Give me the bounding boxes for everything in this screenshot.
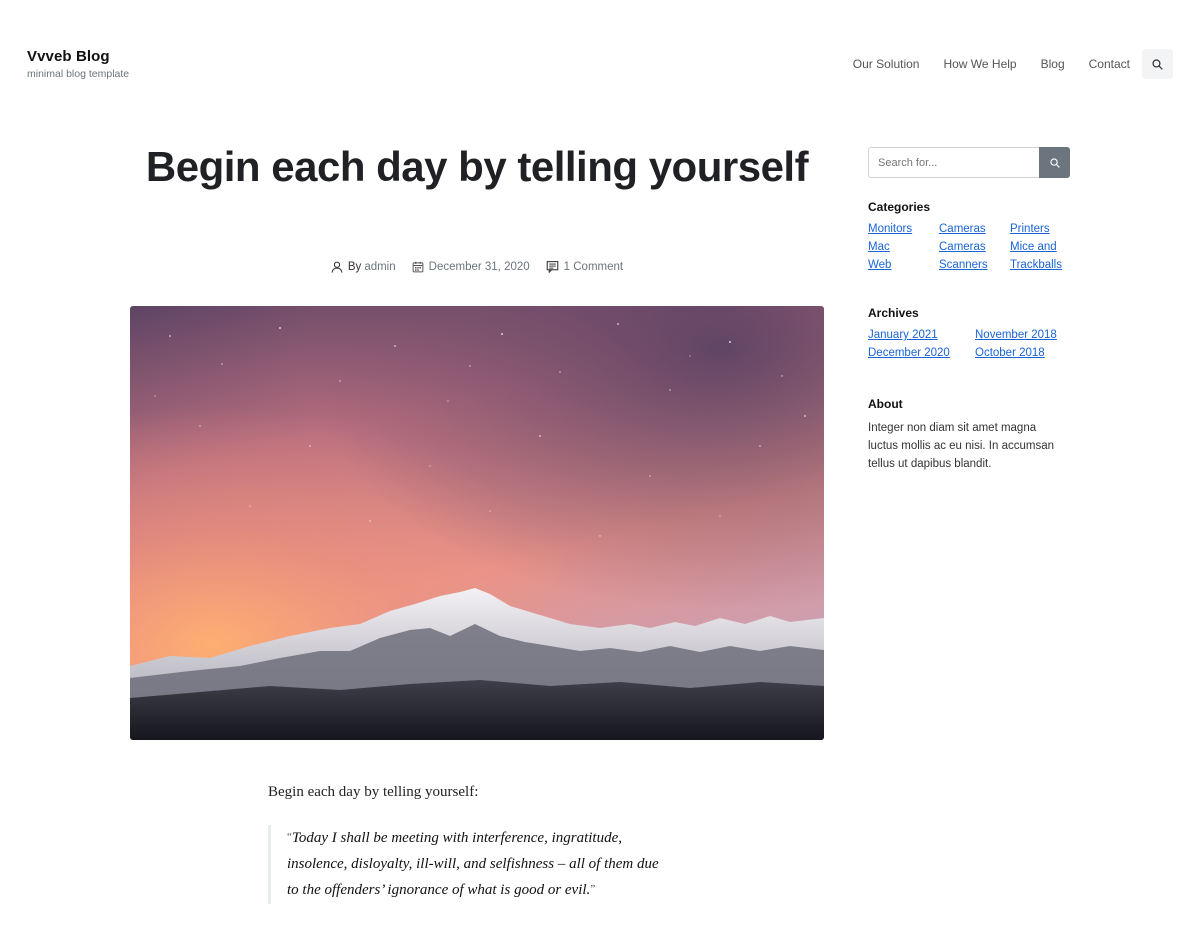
post-date-link[interactable]: December 31, 2020	[429, 261, 530, 273]
close-quote-icon: ”	[590, 883, 596, 895]
comments-link[interactable]: 1 Comment	[564, 261, 623, 273]
category-link[interactable]: Mice and	[1010, 240, 1071, 255]
meta-author: By admin	[331, 261, 396, 273]
category-link[interactable]: Printers	[1010, 222, 1071, 237]
calendar-icon	[412, 261, 424, 272]
search-icon	[1049, 157, 1060, 168]
site-header: Vvveb Blog minimal blog template Our Sol…	[0, 0, 1200, 110]
category-link[interactable]: Cameras	[939, 240, 1010, 255]
site-tagline: minimal blog template	[27, 68, 130, 80]
category-link[interactable]: Cameras	[939, 222, 1010, 237]
user-icon	[331, 261, 343, 273]
sidebar-search	[868, 147, 1071, 178]
post-meta: By admin December 31, 2020 1 Comment	[130, 260, 824, 273]
about-title: About	[868, 397, 903, 411]
search-icon	[1152, 58, 1163, 70]
about-text: Integer non diam sit amet magna luctus m…	[868, 422, 1054, 470]
archives-list: January 2021 November 2018 December 2020…	[868, 328, 1071, 361]
archive-link[interactable]: December 2020	[868, 346, 975, 361]
brand[interactable]: Vvveb Blog minimal blog template	[27, 48, 129, 80]
author-link[interactable]: admin	[364, 261, 395, 273]
nav-item-blog[interactable]: Blog	[1041, 49, 1065, 79]
categories-list: Monitors Cameras Printers Mac Cameras Mi…	[868, 222, 1071, 273]
site-title[interactable]: Vvveb Blog	[27, 48, 129, 65]
category-link[interactable]: Trackballs	[1010, 258, 1071, 273]
post-blockquote: “Today I shall be meeting with interfere…	[268, 825, 668, 904]
nav-item-how-we-help[interactable]: How We Help	[943, 49, 1016, 79]
archive-link[interactable]: January 2021	[868, 328, 975, 343]
comment-icon	[546, 261, 558, 273]
search-input[interactable]	[868, 147, 1039, 178]
archive-link[interactable]: November 2018	[975, 328, 1071, 343]
mountain-sunset-image	[130, 306, 824, 740]
archives-title: Archives	[868, 306, 919, 320]
meta-by-label: By	[347, 260, 362, 273]
category-link[interactable]: Web	[868, 258, 939, 273]
post-body: Begin each day by telling yourself: “Tod…	[268, 784, 688, 904]
meta-comments: 1 Comment	[546, 260, 623, 273]
sidebar: Categories Monitors Cameras Printers Mac…	[868, 147, 1071, 473]
quote-text: Today I shall be meeting with interferen…	[287, 830, 659, 898]
archive-link[interactable]: October 2018	[975, 346, 1071, 361]
post-lead-paragraph: Begin each day by telling yourself:	[268, 784, 479, 800]
category-link[interactable]: Monitors	[868, 222, 939, 237]
category-link[interactable]: Scanners	[939, 258, 1010, 273]
categories-title: Categories	[868, 200, 931, 214]
nav-item-our-solution[interactable]: Our Solution	[853, 49, 920, 79]
search-button[interactable]	[1039, 147, 1070, 178]
category-link[interactable]: Mac	[868, 240, 939, 255]
nav-search-button[interactable]	[1142, 49, 1173, 79]
meta-date: December 31, 2020	[412, 261, 530, 273]
post-title: Begin each day by telling yourself	[145, 143, 809, 190]
main-nav: Our Solution How We Help Blog Contact	[829, 49, 1173, 79]
nav-item-contact[interactable]: Contact	[1089, 49, 1130, 79]
post-hero-image	[130, 306, 824, 740]
